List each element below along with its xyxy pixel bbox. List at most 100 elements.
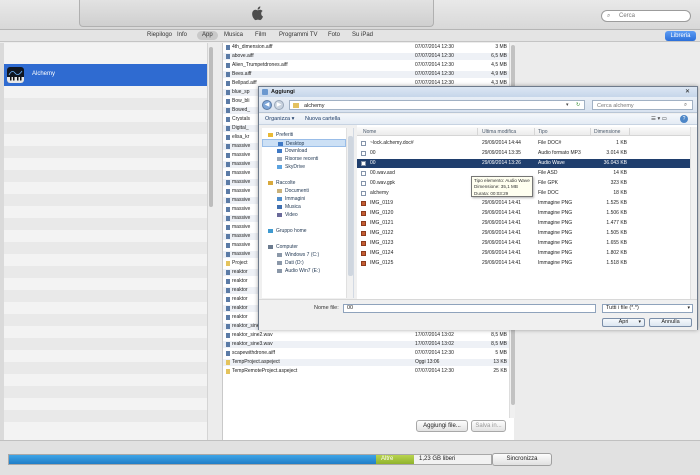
file-row[interactable]: IMG_0125 29/09/2014 14:41 Immagine PNG 1.51… <box>357 259 690 268</box>
scroll-thumb[interactable] <box>209 47 213 207</box>
tab-film[interactable]: Film <box>255 32 266 38</box>
nav-item[interactable]: Musica <box>262 203 346 211</box>
dropdown-arrow-icon[interactable]: ▾ <box>566 102 569 108</box>
add-file-button[interactable]: Aggiungi file... <box>416 420 468 432</box>
organize-button[interactable]: Organizza ▾ <box>265 116 294 122</box>
save-to-button[interactable]: Salva in... <box>471 420 506 432</box>
app-item-selected[interactable]: Alchemy <box>4 64 207 86</box>
column-separator[interactable] <box>534 128 535 136</box>
dialog-search-input[interactable]: Cerca alchemy ⌕ <box>592 100 693 110</box>
document-row[interactable]: reaktor_sine2.wav 17/07/2014 13:02 8,5 MB <box>223 332 509 339</box>
list-item[interactable] <box>4 362 207 374</box>
file-row[interactable]: IMG_0122 29/09/2014 14:41 Immagine PNG 1.50… <box>357 229 690 238</box>
scroll-thumb[interactable] <box>348 136 353 276</box>
list-item[interactable] <box>4 218 207 230</box>
list-item[interactable] <box>4 386 207 398</box>
column-modified[interactable]: Ultima modifica <box>482 129 516 135</box>
nav-item[interactable]: Computer <box>262 243 346 251</box>
file-row[interactable]: IMG_0119 29/09/2014 14:41 Immagine PNG 1.52… <box>357 199 690 208</box>
audio-file-icon <box>226 243 230 248</box>
document-row[interactable]: Alien_Trumpetdrones.aiff 07/07/2014 12:30… <box>223 62 509 69</box>
document-row[interactable]: TempProject.aspeject Oggi 13:06 13 KB <box>223 359 509 366</box>
list-item[interactable] <box>4 98 207 110</box>
file-row[interactable]: 00 29/09/2014 13:26 Audio Wave 36.043 KB <box>357 159 690 168</box>
library-button[interactable]: Libreria <box>665 31 696 41</box>
back-arrow-icon[interactable]: ◀ <box>262 100 272 110</box>
document-row[interactable]: TempRemoteProject.aspeject 07/07/2014 12:… <box>223 368 509 375</box>
close-icon[interactable]: ✕ <box>685 88 690 95</box>
file-size: 3.014 KB <box>606 150 627 156</box>
nav-item[interactable]: Risorse recenti <box>262 155 346 163</box>
tab-programmi-tv[interactable]: Programmi TV <box>279 32 318 38</box>
app-name: Alchemy <box>32 71 56 77</box>
file-modified: 29/09/2014 14:41 <box>482 250 521 256</box>
nav-item[interactable]: Download <box>262 147 346 155</box>
status-display <box>79 0 434 27</box>
file-row[interactable]: ~lock.alchemy.doc# 29/09/2014 14:44 File D… <box>357 139 690 148</box>
apps-scrollbar[interactable] <box>207 43 213 440</box>
tab-riepilogo[interactable]: Riepilogo <box>147 32 172 38</box>
search-input[interactable]: ⌕ Cerca <box>601 10 691 22</box>
document-row[interactable]: above.aiff 07/07/2014 12:30 6,5 MB <box>223 53 509 60</box>
list-item[interactable] <box>4 242 207 254</box>
nav-item[interactable]: Windows 7 (C:) <box>262 251 346 259</box>
view-options-icon[interactable]: ☰ ▾ ▭ <box>651 116 667 122</box>
column-name[interactable]: Nome <box>363 129 376 135</box>
file-row[interactable]: 00 29/09/2014 13:35 Audio formato MP3 3.014… <box>357 149 690 158</box>
sync-button[interactable]: Sincronizza <box>492 453 552 466</box>
column-separator[interactable] <box>590 128 591 136</box>
document-row[interactable]: 4th_dimension.aiff 07/07/2014 12:30 3 MB <box>223 44 509 51</box>
file-scrollbar[interactable] <box>690 127 697 299</box>
tab-su-ipad[interactable]: Su iPad <box>352 32 373 38</box>
star-icon <box>268 133 273 137</box>
column-separator[interactable] <box>629 128 630 136</box>
file-row[interactable]: IMG_0124 29/09/2014 14:41 Immagine PNG 1.80… <box>357 249 690 258</box>
list-item[interactable] <box>4 338 207 350</box>
column-type[interactable]: Tipo <box>538 129 548 135</box>
file-row[interactable]: IMG_0120 29/09/2014 14:41 Immagine PNG 1.50… <box>357 209 690 218</box>
forward-arrow-icon[interactable]: ▶ <box>274 100 284 110</box>
nav-item[interactable]: Dati (D:) <box>262 259 346 267</box>
list-item[interactable] <box>4 122 207 134</box>
filetype-select[interactable]: Tutti i file (*.*) ▾ <box>602 304 693 313</box>
list-item[interactable] <box>4 170 207 182</box>
list-item[interactable] <box>4 410 207 422</box>
open-button[interactable]: Apri ▾ <box>602 318 645 327</box>
document-row[interactable]: Bees.aiff 07/07/2014 12:30 4,9 MB <box>223 71 509 78</box>
tab-foto[interactable]: Foto <box>328 32 340 38</box>
nav-item[interactable]: Raccolte <box>262 179 346 187</box>
file-name: 00 <box>370 150 376 156</box>
tab-app[interactable]: App <box>197 31 218 40</box>
document-row[interactable]: scapewithdrone.aiff 07/07/2014 12:30 5 MB <box>223 350 509 357</box>
cancel-button[interactable]: Annulla <box>649 318 692 327</box>
list-item[interactable] <box>4 266 207 278</box>
nav-item[interactable]: Video <box>262 211 346 219</box>
nav-item[interactable]: Audio Win7 (E:) <box>262 267 346 275</box>
nav-item[interactable]: Immagini <box>262 195 346 203</box>
list-item[interactable] <box>4 314 207 326</box>
nav-item[interactable]: Preferiti <box>262 131 346 139</box>
nav-item[interactable]: Gruppo home <box>262 227 346 235</box>
nav-item[interactable]: Desktop <box>262 139 346 147</box>
list-item[interactable] <box>4 146 207 158</box>
nav-item-label: Documenti <box>285 188 309 194</box>
file-modified: 29/09/2014 13:35 <box>482 150 521 156</box>
refresh-icon[interactable]: ↻ <box>576 102 580 108</box>
file-row[interactable]: IMG_0121 29/09/2014 14:41 Immagine PNG 1.47… <box>357 219 690 228</box>
document-row[interactable]: reaktor_sine3.wav 17/07/2014 13:02 8,5 MB <box>223 341 509 348</box>
address-field[interactable]: alchemy ▾ ↻ <box>289 100 585 110</box>
help-icon[interactable]: ? <box>680 115 688 123</box>
new-folder-button[interactable]: Nuova cartella <box>305 116 340 122</box>
nav-item[interactable]: Documenti <box>262 187 346 195</box>
list-item[interactable] <box>4 290 207 302</box>
file-row[interactable]: IMG_0123 29/09/2014 14:41 Immagine PNG 1.65… <box>357 239 690 248</box>
tab-info[interactable]: Info <box>177 32 187 38</box>
tab-musica[interactable]: Musica <box>224 32 243 38</box>
audio-file-icon <box>226 288 230 293</box>
nav-item[interactable]: SkyDrive <box>262 163 346 171</box>
list-item[interactable] <box>4 194 207 206</box>
column-size[interactable]: Dimensione <box>594 129 620 135</box>
filename-input[interactable]: 00 <box>343 304 596 313</box>
column-separator[interactable] <box>477 128 478 136</box>
nav-scrollbar[interactable] <box>346 128 353 298</box>
